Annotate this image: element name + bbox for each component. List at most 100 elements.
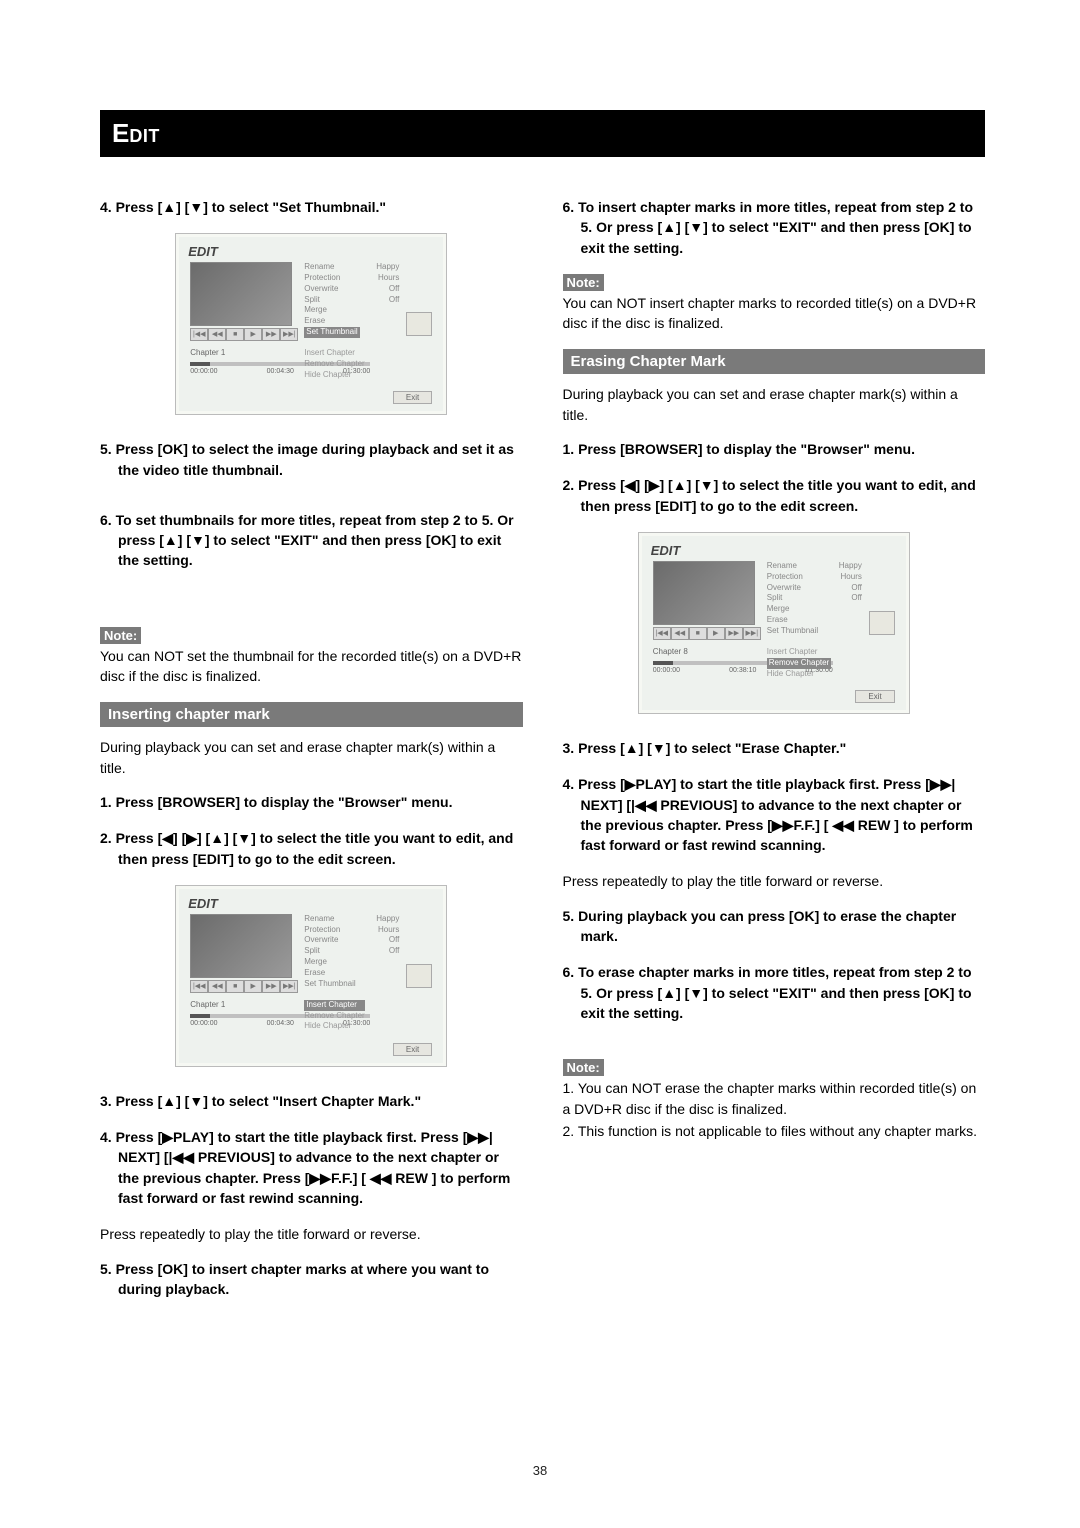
left-column: 4. Press [▲] [▼] to select "Set Thumbnai… <box>100 197 523 1315</box>
menu-val-protection: Off <box>376 935 399 946</box>
right-step-6: 6. To insert chapter marks in more title… <box>563 197 986 258</box>
thumb-icon <box>406 312 432 336</box>
shot-title: EDIT <box>651 543 681 558</box>
menu-remove-chapter: Remove Chapter <box>304 1011 364 1022</box>
time-start: 00:00:00 <box>190 1020 217 1027</box>
shot-preview <box>653 561 755 625</box>
menu-values: Happy Hours Off Off <box>839 561 862 604</box>
menu-erase: Erase <box>304 316 359 327</box>
left-i4: 4. Press [▶PLAY] to start the title play… <box>100 1127 523 1208</box>
note-text: You can NOT set the thumbnail for the re… <box>100 646 523 687</box>
right-e6: 6. To erase chapter marks in more titles… <box>563 962 986 1023</box>
title-small: DIT <box>129 126 160 146</box>
exit-button-label: Exit <box>393 391 432 404</box>
menu-set-thumbnail: Set Thumbnail <box>304 327 359 338</box>
left-intro: During playback you can set and erase ch… <box>100 737 523 778</box>
menu-insert-chapter: Insert Chapter <box>767 647 831 658</box>
ff-icon: ▶▶ <box>262 328 280 341</box>
menu-merge: Merge <box>304 305 359 316</box>
next-icon: ▶▶| <box>743 627 761 640</box>
menu-values: Happy Hours Off Off <box>376 914 399 957</box>
section-inserting-chapter: Inserting chapter mark <box>100 702 523 727</box>
note-label: Note: <box>563 1059 604 1076</box>
menu-split: Split <box>304 295 359 306</box>
menu-overwrite: Overwrite <box>304 284 359 295</box>
left-i4-after: Press repeatedly to play the title forwa… <box>100 1224 523 1244</box>
time-start: 00:00:00 <box>190 368 217 375</box>
next-icon: ▶▶| <box>280 328 298 341</box>
time-start: 00:00:00 <box>653 667 680 674</box>
edit-screenshot-set-thumbnail: EDIT |◀◀ ◀◀ ■ ▶ ▶▶ ▶▶| Rename Protection… <box>175 233 447 415</box>
title-big: E <box>112 118 129 148</box>
left-i2: 2. Press [◀] [▶] [▲] [▼] to select the t… <box>100 828 523 869</box>
menu-val-overwrite: Off <box>376 295 399 306</box>
menu-values: Happy Hours Off Off <box>376 262 399 305</box>
page-title-bar: EDIT <box>100 110 985 157</box>
menu-hide-chapter: Hide Chapter <box>304 370 364 381</box>
transport-buttons: |◀◀ ◀◀ ■ ▶ ▶▶ ▶▶| <box>190 328 298 341</box>
menu-rename: Rename <box>304 262 359 273</box>
menu-protection: Protection <box>767 572 818 583</box>
menu-insert-chapter: Insert Chapter <box>304 1000 364 1011</box>
menu-hide-chapter: Hide Chapter <box>767 669 831 680</box>
menu-val-overwrite: Off <box>839 593 862 604</box>
menu-split: Split <box>304 946 355 957</box>
shot-bottom-menu: Insert Chapter Remove Chapter Hide Chapt… <box>767 647 831 679</box>
edit-screenshot-remove-chapter: EDIT |◀◀ ◀◀ ■ ▶ ▶▶ ▶▶| Rename Protection… <box>638 532 910 714</box>
play-icon: ▶ <box>707 627 725 640</box>
menu-val-protection: Off <box>839 583 862 594</box>
transport-buttons: |◀◀ ◀◀ ■ ▶ ▶▶ ▶▶| <box>190 980 298 993</box>
left-i1: 1. Press [BROWSER] to display the "Brows… <box>100 792 523 812</box>
exit-button-label: Exit <box>393 1043 432 1056</box>
menu-hide-chapter: Hide Chapter <box>304 1021 364 1032</box>
right-e3: 3. Press [▲] [▼] to select "Erase Chapte… <box>563 738 986 758</box>
ff-icon: ▶▶ <box>262 980 280 993</box>
menu-split: Split <box>767 593 818 604</box>
play-icon: ▶ <box>244 980 262 993</box>
shot-menu: Rename Protection Overwrite Split Merge … <box>304 914 355 990</box>
note-text: You can NOT insert chapter marks to reco… <box>563 293 986 334</box>
menu-merge: Merge <box>767 604 818 615</box>
stop-icon: ■ <box>226 980 244 993</box>
shot-bottom-menu: Insert Chapter Remove Chapter Hide Chapt… <box>304 348 364 380</box>
left-i3: 3. Press [▲] [▼] to select "Insert Chapt… <box>100 1091 523 1111</box>
shot-title: EDIT <box>188 244 218 259</box>
prev-icon: |◀◀ <box>190 328 208 341</box>
time-cur: 00:38:10 <box>729 667 756 674</box>
menu-insert-chapter: Insert Chapter <box>304 348 364 359</box>
transport-buttons: |◀◀ ◀◀ ■ ▶ ▶▶ ▶▶| <box>653 627 761 640</box>
shot-bottom-menu: Insert Chapter Remove Chapter Hide Chapt… <box>304 1000 364 1032</box>
page-number: 38 <box>0 1463 1080 1478</box>
menu-overwrite: Overwrite <box>304 935 355 946</box>
edit-screenshot-insert-chapter: EDIT |◀◀ ◀◀ ■ ▶ ▶▶ ▶▶| Rename Protection… <box>175 885 447 1067</box>
stop-icon: ■ <box>689 627 707 640</box>
menu-protection: Protection <box>304 925 355 936</box>
rew-icon: ◀◀ <box>671 627 689 640</box>
prev-icon: |◀◀ <box>653 627 671 640</box>
menu-set-thumbnail: Set Thumbnail <box>767 626 818 637</box>
ff-icon: ▶▶ <box>725 627 743 640</box>
rew-icon: ◀◀ <box>208 328 226 341</box>
right-e4: 4. Press [▶PLAY] to start the title play… <box>563 774 986 855</box>
right-e5: 5. During playback you can press [OK] to… <box>563 906 986 947</box>
shot-preview <box>190 914 292 978</box>
note-label: Note: <box>563 274 604 291</box>
note-text-a: 1. You can NOT erase the chapter marks w… <box>563 1078 986 1119</box>
right-e1: 1. Press [BROWSER] to display the "Brows… <box>563 439 986 459</box>
thumb-icon <box>869 611 895 635</box>
left-step-5: 5. Press [OK] to select the image during… <box>100 439 523 480</box>
left-step-4: 4. Press [▲] [▼] to select "Set Thumbnai… <box>100 197 523 217</box>
menu-merge: Merge <box>304 957 355 968</box>
left-i5: 5. Press [OK] to insert chapter marks at… <box>100 1259 523 1300</box>
menu-val-overwrite: Off <box>376 946 399 957</box>
section-erasing-chapter: Erasing Chapter Mark <box>563 349 986 374</box>
menu-remove-chapter: Remove Chapter <box>767 658 831 669</box>
time-cur: 00:04:30 <box>267 368 294 375</box>
thumb-icon <box>406 964 432 988</box>
shot-menu: Rename Protection Overwrite Split Merge … <box>304 262 359 338</box>
shot-preview <box>190 262 292 326</box>
next-icon: ▶▶| <box>280 980 298 993</box>
menu-val-title: Happy Hours <box>376 262 399 284</box>
menu-val-title: Happy Hours <box>839 561 862 583</box>
menu-remove-chapter: Remove Chapter <box>304 359 364 370</box>
